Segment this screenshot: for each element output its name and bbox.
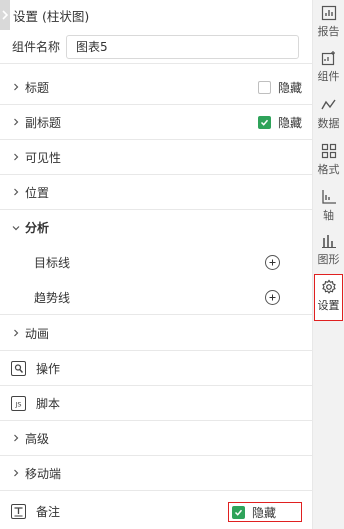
sidebar-label-shape: 图形 [317,253,340,266]
title-hide-checkbox[interactable] [257,80,271,94]
section-title[interactable]: 标题 隐藏 [0,70,312,105]
section-script[interactable]: JS 脚本 [0,386,312,421]
sidebar-label-data: 数据 [317,117,340,130]
sidebar-item-shape[interactable]: 图形 [313,232,344,266]
axis-icon [320,188,338,206]
collapse-panel-icon[interactable] [0,0,10,30]
sidebar-item-report[interactable]: 报告 [313,4,344,38]
subtitle-hide-label: 隐藏 [277,115,302,130]
chevron-right-icon [10,116,22,128]
section-mobile[interactable]: 移动端 [0,456,312,491]
trend-line-row: 趋势线 [0,280,312,315]
section-position[interactable]: 位置 [0,175,312,210]
component-name-row: 组件名称 [0,30,312,64]
sidebar-label-format: 格式 [317,163,340,176]
sidebar-label-report: 报告 [317,25,340,38]
component-name-input[interactable] [66,34,299,59]
sidebar-item-settings[interactable]: 设置 [313,278,344,312]
chevron-right-icon [10,186,22,198]
section-visibility-label: 可见性 [25,150,62,165]
section-advanced-label: 高级 [25,431,50,446]
data-line-icon [320,96,338,114]
section-script-label: 脚本 [36,396,61,411]
section-operation[interactable]: 操作 [0,351,312,386]
script-icon: JS [11,395,26,411]
svg-text:JS: JS [14,400,21,408]
section-subtitle[interactable]: 副标题 隐藏 [0,105,312,140]
remark-hide-checkbox[interactable] [232,505,245,519]
section-title-label: 标题 [25,80,50,95]
sidebar-label-settings: 设置 [317,299,340,312]
operation-icon [11,360,26,376]
chevron-right-icon [10,432,22,444]
remark-hide-label: 隐藏 [252,505,277,520]
right-sidebar: 报告 组件 数据 格式 轴 图形 设置 [313,0,344,529]
subtitle-hide-toggle[interactable]: 隐藏 [257,114,302,131]
section-remark-label: 备注 [36,505,61,519]
sidebar-item-axis[interactable]: 轴 [313,188,344,222]
section-remark[interactable]: 备注 隐藏 [0,494,312,529]
add-trend-line-button[interactable] [265,289,280,305]
subtitle-hide-checkbox[interactable] [257,115,271,129]
chevron-right-icon [10,151,22,163]
sidebar-item-data[interactable]: 数据 [313,96,344,130]
gear-icon [320,278,338,296]
remark-icon [11,504,26,519]
section-animation[interactable]: 动画 [0,316,312,351]
format-icon [320,142,338,160]
trend-line-label: 趋势线 [34,290,71,305]
section-visibility[interactable]: 可见性 [0,140,312,175]
panel-header: 设置 (柱状图) [0,0,312,30]
section-mobile-label: 移动端 [25,466,62,481]
title-hide-label: 隐藏 [277,80,302,95]
settings-panel: 设置 (柱状图) 组件名称 标题 隐藏 副标题 隐藏 可见性 位置 分析 [0,0,312,529]
panel-title: 设置 (柱状图) [13,8,90,24]
section-position-label: 位置 [25,185,50,200]
target-line-row: 目标线 [0,245,312,280]
sidebar-label-axis: 轴 [323,209,334,222]
section-animation-label: 动画 [25,326,50,341]
chevron-down-icon [10,222,22,234]
section-advanced[interactable]: 高级 [0,421,312,456]
sidebar-item-format[interactable]: 格式 [313,142,344,176]
section-operation-label: 操作 [36,361,61,376]
shape-bar-icon [320,232,338,250]
add-target-line-button[interactable] [265,255,280,270]
report-icon [320,4,338,22]
sidebar-label-component: 组件 [317,70,340,83]
chevron-right-icon [10,81,22,93]
chevron-right-icon [10,467,22,479]
section-subtitle-label: 副标题 [25,115,62,130]
component-icon [320,49,338,67]
title-hide-toggle[interactable]: 隐藏 [257,79,302,96]
target-line-label: 目标线 [34,256,71,270]
section-analysis[interactable]: 分析 [0,210,312,245]
chevron-right-icon [10,327,22,339]
sidebar-item-component[interactable]: 组件 [313,49,344,83]
component-name-label: 组件名称 [12,40,61,54]
section-analysis-label: 分析 [25,221,50,235]
remark-hide-toggle[interactable]: 隐藏 [228,502,302,522]
